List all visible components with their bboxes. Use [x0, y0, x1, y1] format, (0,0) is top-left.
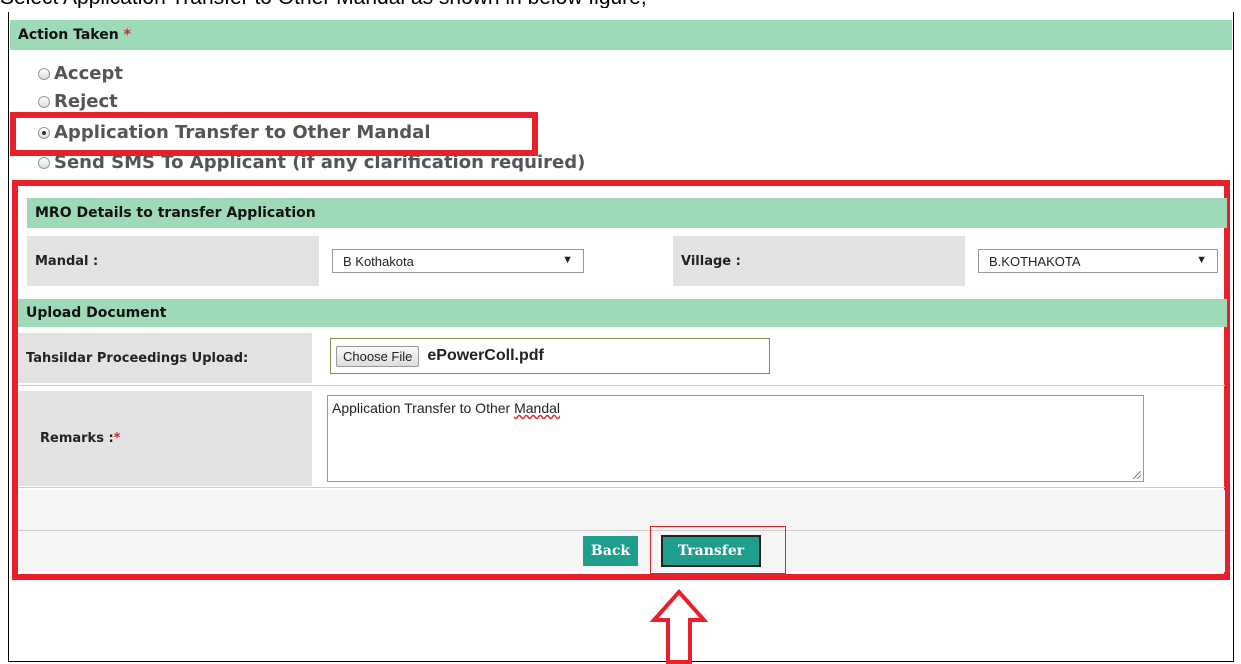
mandal-label: Mandal :	[27, 236, 319, 286]
mro-header: MRO Details to transfer Application	[27, 198, 1227, 228]
highlight-box-transfer-button	[650, 526, 786, 574]
choose-file-button[interactable]: Choose File	[336, 345, 420, 367]
dropdown-arrow-icon: ▼	[1196, 254, 1207, 266]
radio-accept[interactable]: Accept	[38, 63, 123, 84]
radio-circle-icon[interactable]	[38, 95, 50, 108]
radio-accept-label: Accept	[54, 63, 123, 84]
upload-header: Upload Document	[18, 299, 1227, 327]
mandal-select-value: B Kothakota	[343, 253, 414, 269]
required-mark: *	[123, 27, 131, 43]
selected-file-name: ePowerColl.pdf	[427, 347, 544, 364]
village-select[interactable]: B.KOTHAKOTA ▼	[978, 249, 1218, 273]
radio-reject[interactable]: Reject	[38, 91, 118, 112]
row-divider	[18, 530, 1225, 531]
action-taken-header: Action Taken *	[10, 20, 1232, 50]
instruction-caption: Select Application Transfer to Other Man…	[0, 0, 1241, 8]
mandal-select[interactable]: B Kothakota ▼	[332, 249, 584, 273]
radio-circle-icon[interactable]	[38, 156, 50, 169]
remarks-text-misspelled: Mandal	[514, 400, 561, 416]
file-upload-control[interactable]: Choose File ePowerColl.pdf	[330, 338, 770, 374]
action-taken-title: Action Taken	[18, 27, 119, 43]
remarks-label: Remarks : *	[18, 391, 312, 486]
radio-circle-icon[interactable]	[38, 67, 50, 80]
highlight-box-transfer-option	[10, 112, 538, 156]
up-arrow-icon	[650, 588, 708, 664]
required-mark: *	[113, 431, 121, 446]
row-divider	[18, 385, 1225, 386]
remarks-textarea[interactable]: Application Transfer to Other Mandal	[327, 395, 1144, 482]
dropdown-arrow-icon: ▼	[562, 254, 573, 266]
village-select-value: B.KOTHAKOTA	[989, 253, 1081, 269]
remarks-text: Application Transfer to Other	[332, 400, 515, 416]
radio-reject-label: Reject	[54, 91, 118, 112]
remarks-label-text: Remarks :	[40, 431, 114, 446]
row-divider	[18, 487, 1225, 488]
village-label: Village :	[673, 236, 965, 286]
proceedings-label: Tahsildar Proceedings Upload:	[18, 333, 312, 383]
back-button[interactable]: Back	[583, 536, 638, 566]
resize-handle-icon[interactable]	[1133, 471, 1141, 479]
